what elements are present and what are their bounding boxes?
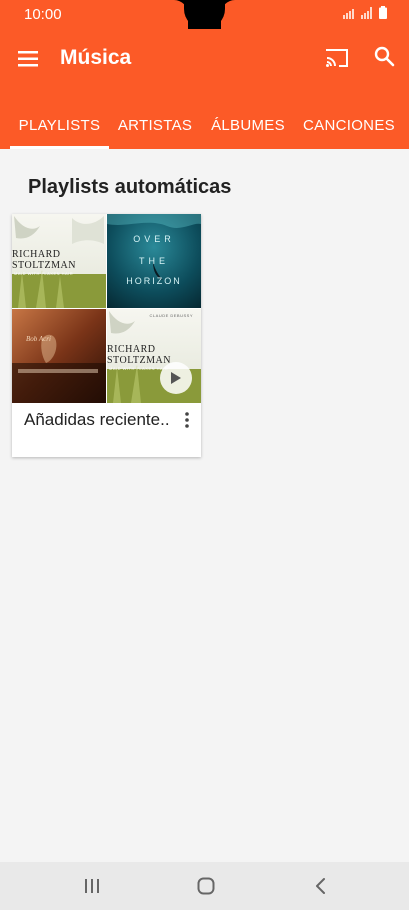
playlist-card[interactable]: RICHARD STOLTZMAN MAID WITH FLAXEN HAIR … bbox=[12, 214, 201, 457]
album-art-text: MAID WITH FLAXEN HAIR bbox=[14, 271, 74, 276]
album-art-text: RICHARD bbox=[107, 344, 156, 355]
album-art-text: THE bbox=[139, 256, 169, 266]
app-bar: Música PLAYLISTS ARTISTAS ÁLBUMES CANCIO… bbox=[0, 29, 409, 149]
more-options-icon[interactable] bbox=[182, 410, 192, 430]
play-button[interactable] bbox=[160, 362, 192, 394]
tab-label: PLAYLISTS bbox=[18, 116, 101, 134]
tab-artistas[interactable]: ARTISTAS bbox=[112, 101, 198, 149]
cast-icon[interactable] bbox=[324, 47, 350, 69]
selected-tab-indicator bbox=[10, 146, 109, 149]
album-art-text: OVER bbox=[133, 234, 175, 244]
status-time: 10:00 bbox=[24, 6, 62, 23]
playlist-title: Añadidas reciente.. bbox=[24, 410, 170, 429]
cell-signal-icon bbox=[361, 7, 372, 19]
search-icon[interactable] bbox=[373, 45, 395, 67]
play-icon bbox=[171, 372, 181, 384]
tab-label: ÁLBUMES bbox=[211, 116, 285, 134]
app-title: Música bbox=[60, 46, 132, 69]
status-icons bbox=[343, 6, 387, 19]
album-art-text: RICHARD bbox=[12, 249, 61, 260]
screen: 10:00 Música PLAYLISTS ARTISTAS ÁLBUMES … bbox=[0, 0, 409, 910]
system-nav-bar bbox=[0, 862, 409, 910]
album-art-text: HORIZON bbox=[126, 276, 182, 286]
tab-albumes[interactable]: ÁLBUMES bbox=[206, 101, 290, 149]
recent-apps-icon[interactable] bbox=[84, 878, 100, 894]
tab-label: CANCIONES bbox=[303, 116, 395, 134]
album-art-text: Bob Acri bbox=[26, 335, 51, 343]
album-art: RICHARD STOLTZMAN MAID WITH FLAXEN HAIR bbox=[12, 214, 106, 308]
album-art: OVER THE HORIZON bbox=[107, 214, 201, 308]
album-art-text: STOLTZMAN bbox=[107, 355, 171, 366]
status-bar: 10:00 bbox=[0, 0, 409, 29]
menu-icon[interactable] bbox=[16, 49, 40, 69]
album-art-text: CLAUDE DEBUSSY bbox=[149, 313, 193, 318]
battery-icon bbox=[379, 6, 387, 19]
tab-canciones[interactable]: CANCIONES bbox=[298, 101, 400, 149]
camera-notch bbox=[184, 0, 225, 29]
section-title: Playlists automáticas bbox=[28, 176, 232, 198]
tab-bar: PLAYLISTS ARTISTAS ÁLBUMES CANCIONES bbox=[0, 101, 409, 149]
tab-label: ARTISTAS bbox=[117, 116, 193, 134]
album-art: Bob Acri bbox=[12, 309, 106, 403]
wifi-signal-icon bbox=[343, 9, 354, 19]
tab-playlists[interactable]: PLAYLISTS bbox=[10, 101, 109, 149]
home-icon[interactable] bbox=[196, 876, 216, 896]
album-art-text: STOLTZMAN bbox=[12, 260, 76, 271]
back-icon[interactable] bbox=[313, 877, 327, 895]
